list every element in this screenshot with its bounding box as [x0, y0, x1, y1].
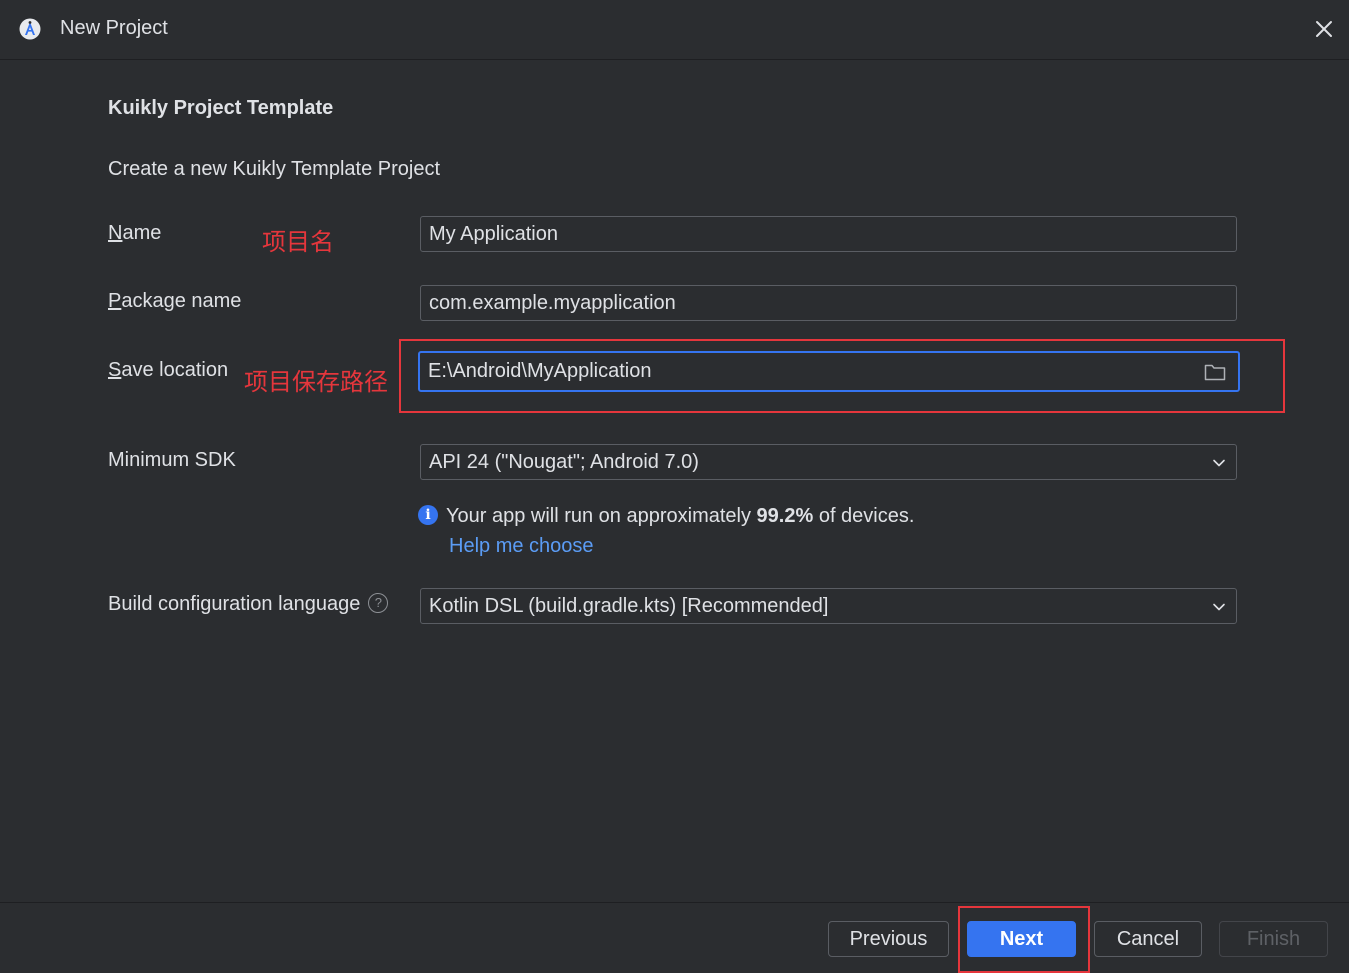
- title-bar: New Project: [0, 0, 1349, 60]
- template-heading: Kuikly Project Template: [108, 97, 334, 119]
- name-annotation: 项目名: [262, 229, 334, 256]
- save-label-rest: ave location: [121, 359, 229, 381]
- minimum-sdk-select[interactable]: API 24 ("Nougat"; Android 7.0): [420, 444, 1237, 480]
- save-label-mnemonic: S: [108, 359, 122, 381]
- name-input-value: My Application: [429, 223, 558, 245]
- save-location-value: E:\Android\MyApplication: [428, 360, 652, 382]
- package-label-mnemonic: P: [108, 290, 122, 312]
- save-location-label: Save location: [108, 359, 228, 382]
- chevron-down-icon: [1213, 459, 1225, 467]
- package-label-rest: ackage name: [121, 290, 242, 312]
- name-label: Name: [108, 222, 161, 245]
- folder-icon[interactable]: [1204, 362, 1226, 382]
- build-language-select[interactable]: Kotlin DSL (build.gradle.kts) [Recommend…: [420, 588, 1237, 624]
- close-icon[interactable]: [1313, 18, 1335, 40]
- name-label-mnemonic: N: [108, 222, 123, 244]
- info-icon: i: [418, 504, 438, 525]
- cancel-button[interactable]: Cancel: [1094, 921, 1202, 957]
- next-button[interactable]: Next: [967, 921, 1076, 957]
- chevron-down-icon: [1213, 603, 1225, 611]
- template-description: Create a new Kuikly Template Project: [108, 158, 441, 180]
- window-title: New Project: [60, 17, 168, 39]
- package-name-input[interactable]: com.example.myapplication: [420, 285, 1237, 321]
- question-icon[interactable]: ?: [368, 592, 389, 613]
- previous-button[interactable]: Previous: [828, 921, 949, 957]
- name-input[interactable]: My Application: [420, 216, 1237, 252]
- finish-button[interactable]: Finish: [1219, 921, 1328, 957]
- package-name-value: com.example.myapplication: [429, 292, 676, 314]
- build-language-value: Kotlin DSL (build.gradle.kts) [Recommend…: [429, 595, 829, 617]
- android-studio-icon: [19, 18, 41, 40]
- save-location-input[interactable]: E:\Android\MyApplication: [418, 351, 1240, 392]
- name-label-rest: ame: [122, 222, 162, 244]
- footer-divider: [0, 902, 1349, 903]
- minimum-sdk-label: Minimum SDK: [108, 449, 236, 471]
- package-name-label: Package name: [108, 290, 241, 313]
- minimum-sdk-value: API 24 ("Nougat"; Android 7.0): [429, 451, 699, 473]
- sdk-info-prefix: Your app will run on approximately: [446, 505, 757, 527]
- build-language-label: Build configuration language?: [108, 592, 389, 616]
- sdk-coverage-info: i Your app will run on approximately 99.2…: [418, 504, 915, 528]
- help-me-choose-link[interactable]: Help me choose: [449, 535, 594, 558]
- new-project-dialog: New Project Kuikly Project Template Crea…: [0, 0, 1349, 973]
- sdk-info-suffix: of devices.: [813, 505, 915, 527]
- sdk-info-percent: 99.2%: [756, 505, 814, 527]
- save-location-annotation: 项目保存路径: [244, 369, 388, 396]
- build-language-label-text: Build configuration language: [108, 593, 361, 615]
